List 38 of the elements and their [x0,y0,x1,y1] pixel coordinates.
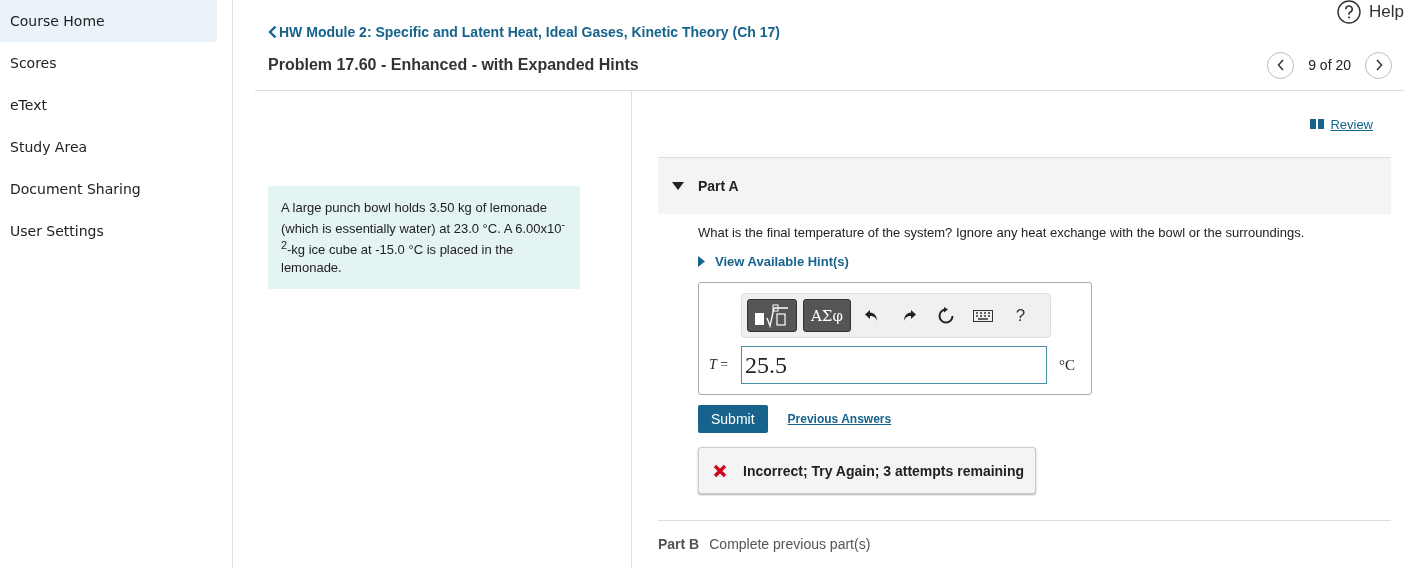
chevron-right-icon [1374,59,1383,71]
variable-label: T = [709,357,730,373]
page-counter: 9 of 20 [1308,57,1351,73]
help-icon [1337,0,1362,24]
question-text: What is the final temperature of the system? Ignore any heat exchange with the bowl or the surroundings. [698,225,1306,240]
problem-title: Problem 17.60 - Enhanced - with Expanded Hints [268,56,639,74]
sidebar-item[interactable]: Study Area [0,126,217,168]
sidebar-item[interactable]: User Settings [0,210,217,252]
keyboard-icon [973,309,994,322]
part-header[interactable]: Part A [658,157,1391,214]
breadcrumb-link[interactable]: HW Module 2: Specific and Latent Heat, Ideal Gases, Kinetic Theory (Ch 17) [268,24,1404,40]
cross-icon [713,463,727,478]
previous-answers-link[interactable]: Previous Answers [787,412,892,426]
sidebar-item[interactable]: Course Home [0,0,217,42]
help-button[interactable]: ? [1004,300,1036,331]
templates-button[interactable] [747,299,797,332]
unit-label: °C [1059,356,1075,374]
reset-icon [937,306,956,325]
next-button[interactable] [1365,51,1392,79]
back-chevron-icon [268,25,277,39]
feedback-text: Incorrect; Try Again; 3 attempts remaining [743,462,1025,479]
answer-field[interactable]: 25.5 [741,346,1047,384]
problem-statement: A large punch bowl holds 3.50 kg of lemonade (which is essentially water) at 23.0 °C. A 6.00x10$^{-}$$^{2}$-kg ice cube at -15.0 °C is placed in the lemonade. [268,186,580,289]
caret-icon [698,256,705,267]
sidebar-item[interactable]: Document Sharing [0,168,217,210]
part-label: Part B [658,536,700,552]
chevron-left-icon [1276,59,1285,71]
caret-icon [672,182,684,190]
book-icon [1310,119,1325,129]
sidebar-item[interactable]: Scores [0,42,217,84]
sidebar-item[interactable]: eText [0,84,217,126]
review-link[interactable]: Review [1310,111,1373,137]
symbols-button[interactable]: ΑΣφ [803,299,851,332]
previous-button[interactable] [1267,51,1295,79]
submit-button[interactable]: Submit [698,405,768,433]
help-link[interactable]: Help [1337,0,1404,24]
part-status: Complete previous part(s) [709,536,871,552]
hints-link[interactable]: View Available Hint(s) [698,254,1391,269]
